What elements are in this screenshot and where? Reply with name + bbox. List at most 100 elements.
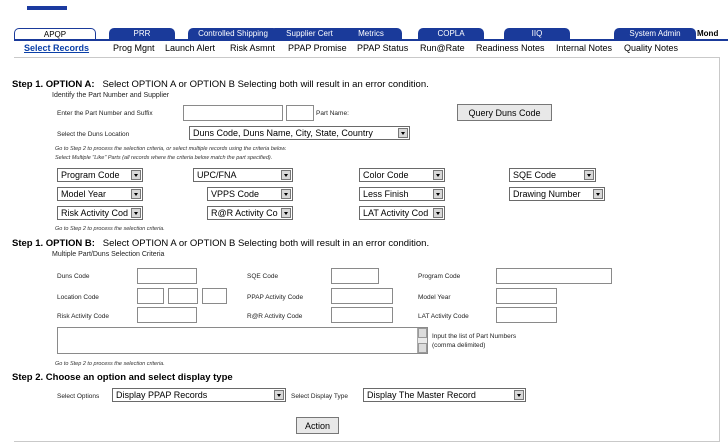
location-code-label: Location Code bbox=[57, 294, 99, 301]
duns-code-input[interactable] bbox=[137, 268, 197, 284]
chevron-down-icon bbox=[131, 189, 141, 199]
risk-activity-value: Risk Activity Cod bbox=[61, 208, 128, 218]
chevron-down-icon bbox=[274, 390, 284, 400]
risk-activity-input[interactable] bbox=[137, 307, 197, 323]
scroll-up-icon[interactable] bbox=[418, 328, 427, 338]
program-code-label: Program Code bbox=[418, 273, 461, 280]
vpps-code-value: VPPS Code bbox=[211, 189, 260, 199]
duns-location-label: Select the Duns Location bbox=[57, 131, 130, 138]
part-suffix-input[interactable] bbox=[286, 105, 314, 121]
duns-location-value: Duns Code, Duns Name, City, State, Count… bbox=[193, 128, 373, 138]
tab-underline bbox=[14, 39, 728, 41]
less-finish-select[interactable]: Less Finish bbox=[359, 187, 445, 201]
sqe-code-value: SQE Code bbox=[513, 170, 557, 180]
chevron-down-icon bbox=[398, 128, 408, 138]
upc-fna-value: UPC/FNA bbox=[197, 170, 237, 180]
lat-activity-select[interactable]: LAT Activity Cod bbox=[359, 206, 445, 220]
subnav-risk-asmnt[interactable]: Risk Asmnt bbox=[230, 42, 275, 54]
step1b-heading: Step 1. OPTION B: Select OPTION A or OPT… bbox=[12, 238, 429, 249]
duns-code-label: Duns Code bbox=[57, 273, 90, 280]
upc-fna-select[interactable]: UPC/FNA bbox=[193, 168, 293, 182]
part-number-list-textarea[interactable] bbox=[57, 327, 428, 354]
display-type-select[interactable]: Display The Master Record bbox=[363, 388, 526, 402]
select-options-label: Select Options bbox=[57, 393, 100, 400]
select-options-value: Display PPAP Records bbox=[116, 390, 208, 400]
subnav-internal-notes[interactable]: Internal Notes bbox=[556, 42, 612, 54]
textarea-scrollbar[interactable] bbox=[417, 328, 427, 353]
chevron-down-icon bbox=[593, 189, 603, 199]
scroll-down-icon[interactable] bbox=[418, 343, 427, 353]
query-duns-code-button[interactable]: Query Duns Code bbox=[457, 104, 552, 121]
program-code-select[interactable]: Program Code bbox=[57, 168, 143, 182]
chevron-down-icon bbox=[584, 170, 594, 180]
color-code-select[interactable]: Color Code bbox=[359, 168, 445, 182]
step1a-note-3: Go to Step 2 to process the selection cr… bbox=[55, 226, 165, 232]
step1b-note: Go to Step 2 to process the selection cr… bbox=[55, 361, 165, 367]
model-year-value: Model Year bbox=[61, 189, 107, 199]
lat-activity-label: LAT Activity Code bbox=[418, 313, 469, 320]
tab-overflow-label[interactable]: Mond bbox=[697, 28, 718, 40]
subnav-readiness-notes[interactable]: Readiness Notes bbox=[476, 42, 545, 54]
part-number-input[interactable] bbox=[183, 105, 283, 121]
sqe-code-select[interactable]: SQE Code bbox=[509, 168, 596, 182]
location-code-input-2[interactable] bbox=[168, 288, 198, 304]
part-name-label: Part Name: bbox=[316, 110, 349, 117]
color-code-value: Color Code bbox=[363, 170, 409, 180]
top-accent-bar bbox=[27, 6, 67, 10]
lat-activity-value: LAT Activity Cod bbox=[363, 208, 429, 218]
step1a-subheading: Identify the Part Number and Supplier bbox=[52, 92, 170, 99]
chevron-down-icon bbox=[131, 170, 141, 180]
risk-activity-label: Risk Activity Code bbox=[57, 313, 110, 320]
subnav-quality-notes[interactable]: Quality Notes bbox=[624, 42, 678, 54]
subnav-launch-alert[interactable]: Launch Alert bbox=[165, 42, 215, 54]
subnav-ppap-promise[interactable]: PPAP Promise bbox=[288, 42, 347, 54]
chevron-down-icon bbox=[514, 390, 524, 400]
location-code-input-3[interactable] bbox=[202, 288, 227, 304]
rr-activity-value: R@R Activity Cod bbox=[211, 208, 278, 218]
chevron-down-icon bbox=[433, 189, 443, 199]
step2-heading: Step 2. Choose an option and select disp… bbox=[12, 372, 233, 383]
part-list-label-2: (comma delimited) bbox=[432, 342, 486, 349]
chevron-down-icon bbox=[131, 208, 141, 218]
step1b-heading-desc: Select OPTION A or OPTION B Selecting bo… bbox=[102, 238, 430, 249]
vpps-code-select[interactable]: VPPS Code bbox=[207, 187, 293, 201]
rr-activity-select[interactable]: R@R Activity Cod bbox=[207, 206, 293, 220]
ppap-activity-input[interactable] bbox=[331, 288, 393, 304]
program-code-value: Program Code bbox=[61, 170, 120, 180]
subnav-select-records[interactable]: Select Records bbox=[24, 42, 89, 54]
step1a-note-2: Select Multiple "Like" Parts (all record… bbox=[55, 155, 273, 161]
duns-location-select[interactable]: Duns Code, Duns Name, City, State, Count… bbox=[189, 126, 410, 140]
chevron-down-icon bbox=[281, 189, 291, 199]
step1a-heading-prefix: Step 1. OPTION A: bbox=[12, 79, 95, 90]
step1b-subheading: Multiple Part/Duns Selection Criteria bbox=[52, 251, 165, 258]
subnav-run-rate[interactable]: Run@Rate bbox=[420, 42, 465, 54]
chevron-down-icon bbox=[433, 170, 443, 180]
drawing-number-value: Drawing Number bbox=[513, 189, 581, 199]
select-options-select[interactable]: Display PPAP Records bbox=[112, 388, 286, 402]
content-top-border bbox=[14, 57, 720, 58]
model-year-select[interactable]: Model Year bbox=[57, 187, 143, 201]
subnav-ppap-status[interactable]: PPAP Status bbox=[357, 42, 408, 54]
lat-activity-input[interactable] bbox=[496, 307, 557, 323]
program-code-input[interactable] bbox=[496, 268, 612, 284]
location-code-input-1[interactable] bbox=[137, 288, 164, 304]
step1a-heading: Step 1. OPTION A: Select OPTION A or OPT… bbox=[12, 79, 429, 90]
model-year-label: Model Year bbox=[418, 294, 451, 301]
display-type-label: Select Display Type bbox=[291, 393, 348, 400]
risk-activity-select[interactable]: Risk Activity Cod bbox=[57, 206, 143, 220]
rr-activity-label: R@R Activity Code bbox=[247, 313, 303, 320]
content-bottom-border bbox=[14, 441, 720, 442]
part-list-label-1: Input the list of Part Numbers bbox=[432, 333, 517, 340]
rr-activity-input[interactable] bbox=[331, 307, 393, 323]
sqe-code-label: SQE Code bbox=[247, 273, 279, 280]
chevron-down-icon bbox=[281, 170, 291, 180]
display-type-value: Display The Master Record bbox=[367, 390, 476, 400]
ppap-activity-label: PPAP Activity Code bbox=[247, 294, 304, 301]
drawing-number-select[interactable]: Drawing Number bbox=[509, 187, 605, 201]
less-finish-value: Less Finish bbox=[363, 189, 409, 199]
subnav-prog-mgnt[interactable]: Prog Mgnt bbox=[113, 42, 155, 54]
model-year-input[interactable] bbox=[496, 288, 557, 304]
step1a-note-1: Go to Step 2 to process the selection cr… bbox=[55, 146, 287, 152]
sqe-code-input[interactable] bbox=[331, 268, 379, 284]
action-button[interactable]: Action bbox=[296, 417, 339, 434]
